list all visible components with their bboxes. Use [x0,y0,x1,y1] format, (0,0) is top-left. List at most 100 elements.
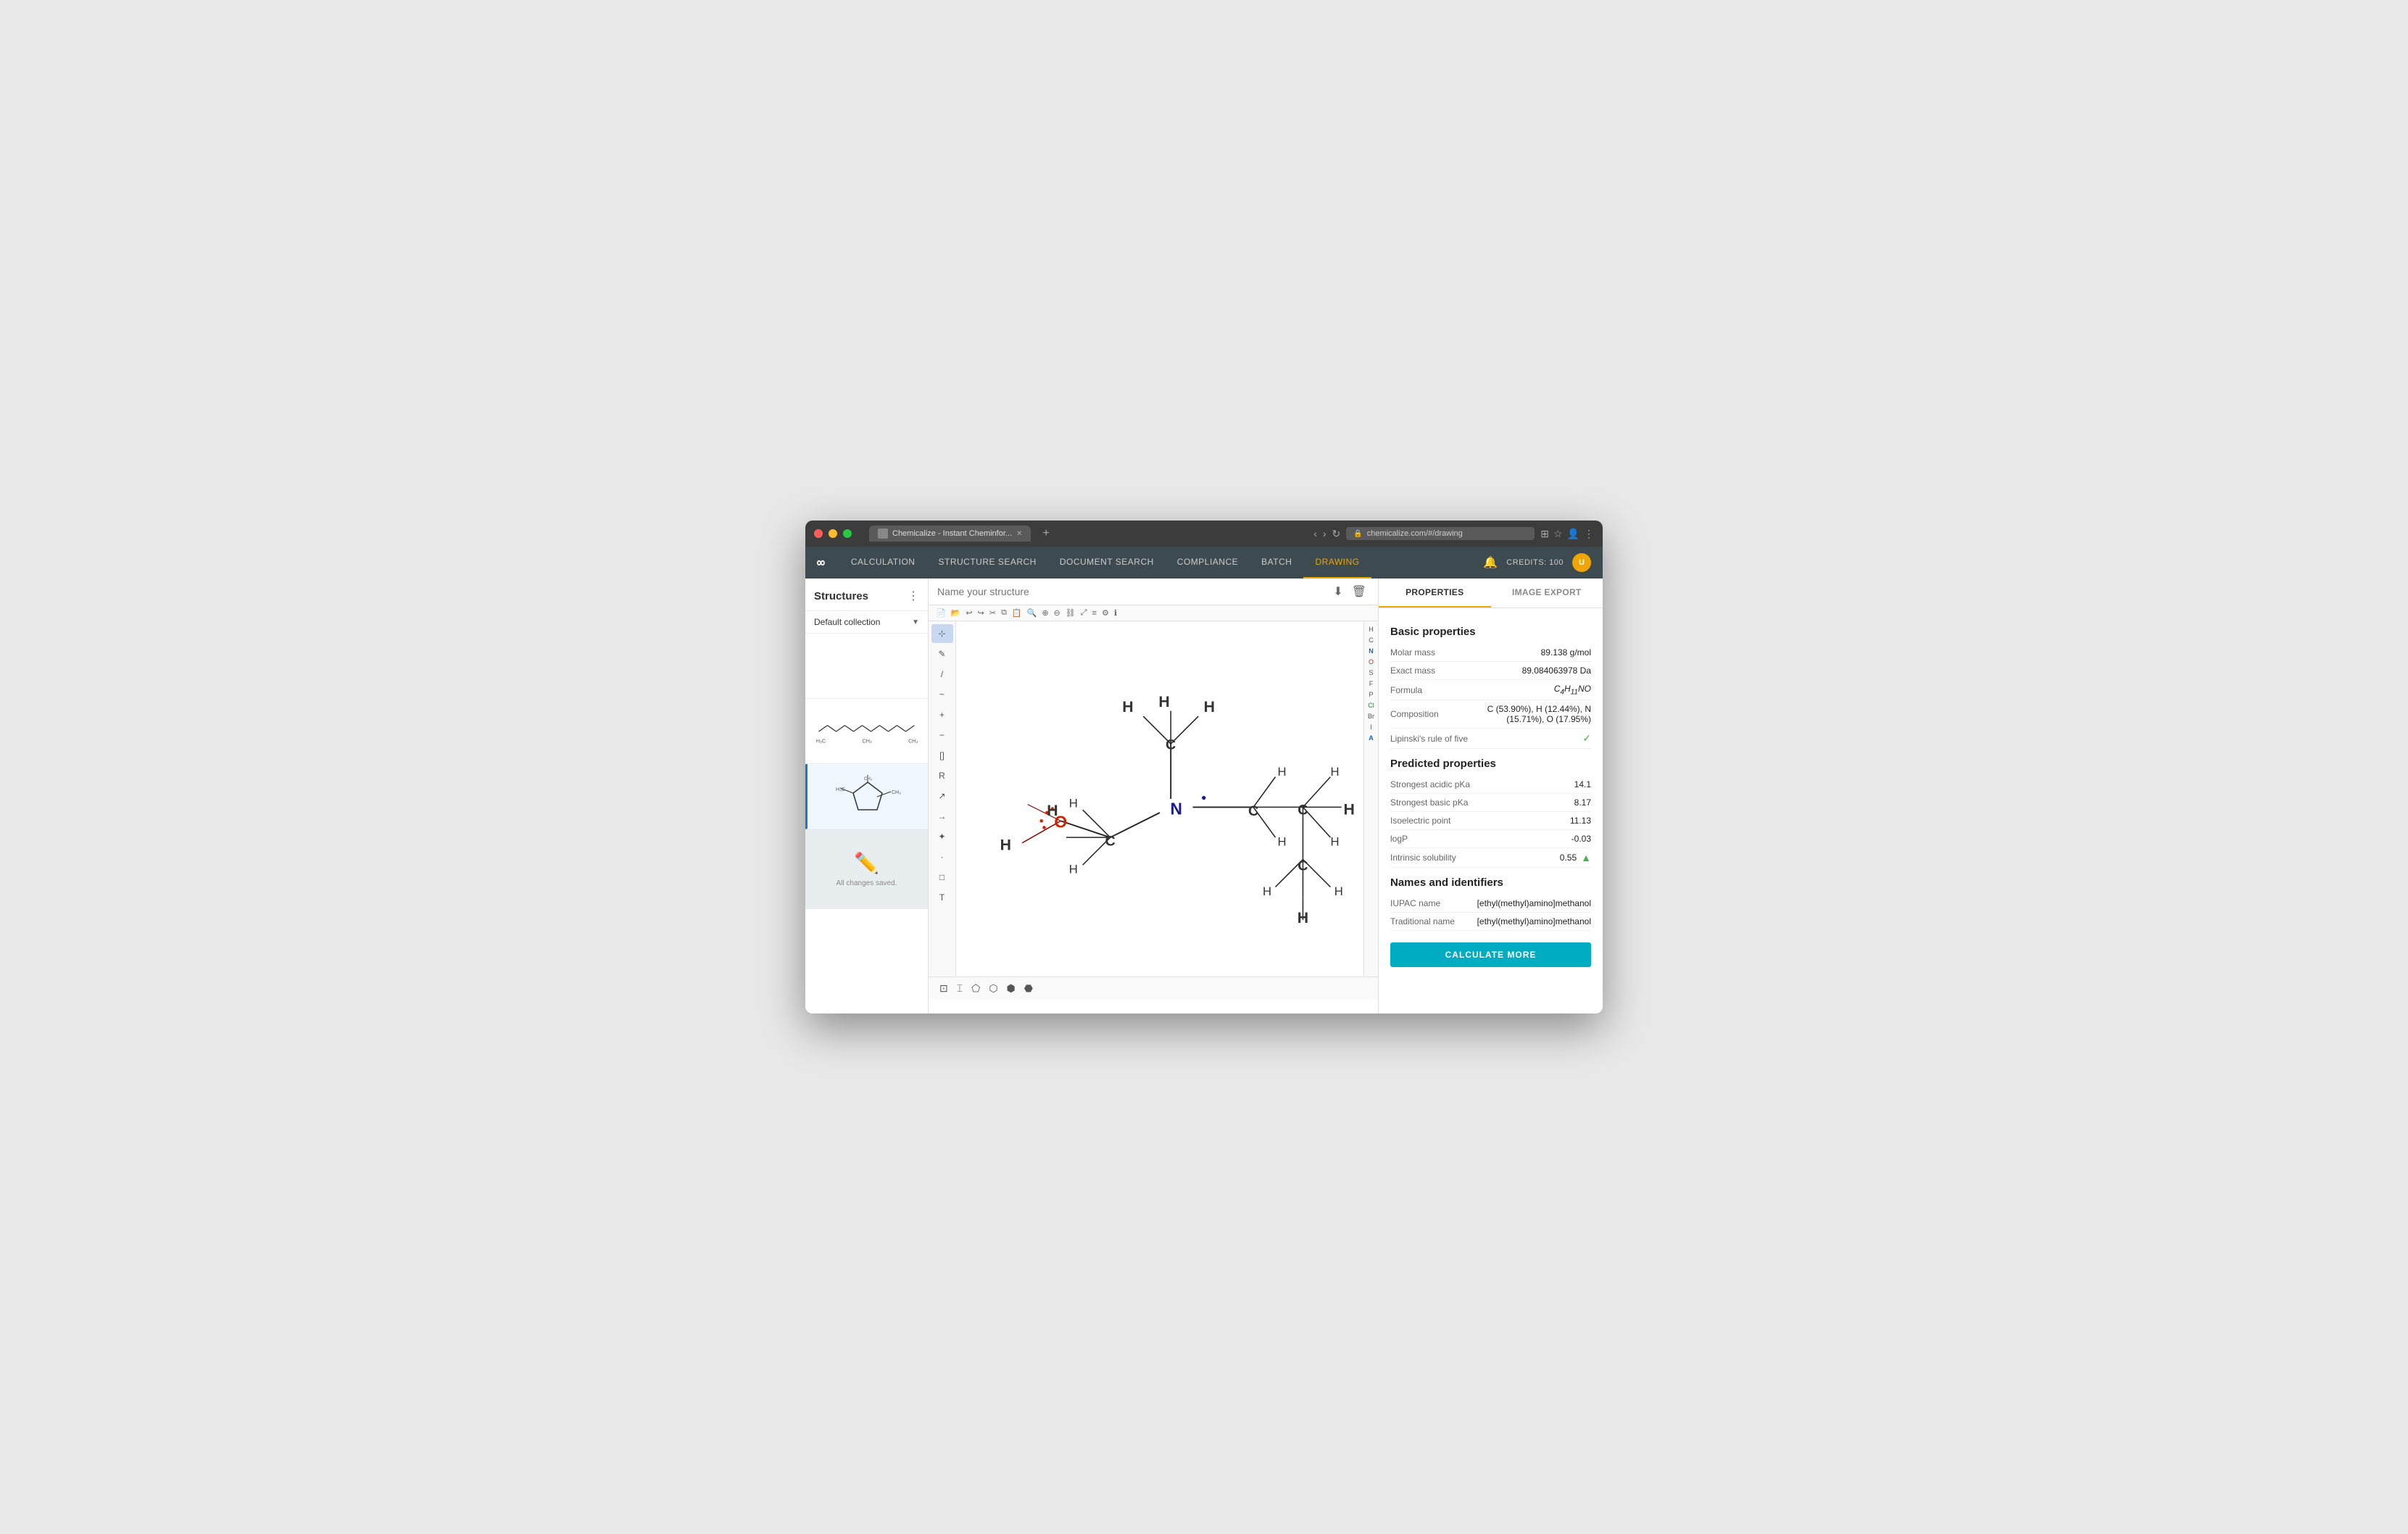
avatar[interactable]: U [1572,553,1591,572]
molecule-canvas[interactable]: H H H C H H O [956,621,1363,977]
svg-text:H: H [1330,765,1339,779]
tab-properties[interactable]: PROPERTIES [1379,579,1491,608]
bracket-tool[interactable]: [] [931,746,953,765]
calculate-more-button[interactable]: CALCULATE MORE [1390,942,1591,967]
svg-text:H: H [1069,796,1078,810]
browser-tab[interactable]: Chemicalize - Instant Cheminfor... ✕ [869,526,1031,542]
address-bar[interactable]: 🔒 chemicalize.com/#/drawing [1346,527,1535,540]
tab-close-icon[interactable]: ✕ [1016,530,1022,538]
prop-solubility-label: Intrinsic solubility [1390,853,1560,863]
notifications-icon[interactable]: 🔔 [1483,555,1498,570]
arrow-tool[interactable]: ↗ [931,787,953,805]
svg-text:CH₃: CH₃ [892,790,901,795]
prop-traditional-name: Traditional name [ethyl(methyl)amino]met… [1390,913,1591,931]
sidebar-menu-button[interactable]: ⋮ [908,589,919,603]
paste-btn[interactable]: 📋 [1010,608,1024,618]
element-Cl[interactable]: Cl [1365,700,1378,710]
expand-btn[interactable]: ⤢ [1079,608,1089,618]
dot-tool[interactable]: · [931,847,953,866]
open-btn[interactable]: 📂 [950,608,963,618]
template-btn-6[interactable]: ⬣ [1022,981,1035,996]
forward-button[interactable]: › [1323,528,1327,539]
align-btn[interactable]: ≡ [1091,608,1098,618]
template-btn-3[interactable]: ⬠ [969,981,982,996]
prop-molar-mass-value: 89.138 g/mol [1541,647,1591,658]
eraser-tool[interactable]: / [931,665,953,684]
redo-btn[interactable]: ↪ [976,608,986,618]
structure-preview-2: H₃C CH₃ CH₃ [811,710,922,753]
cut-btn[interactable]: ✂ [988,608,997,618]
panel-content: Basic properties Molar mass 89.138 g/mol… [1379,608,1603,987]
zoom-out-btn[interactable]: ⊖ [1053,608,1062,618]
element-C[interactable]: C [1365,635,1378,645]
add-atom-tool[interactable]: + [931,705,953,724]
new-structure-item[interactable]: ✏️ All changes saved. [805,829,928,909]
element-N[interactable]: N [1365,646,1378,656]
nav-compliance[interactable]: COMPLIANCE [1166,547,1250,579]
template-btn-1[interactable]: ⊡ [937,981,950,996]
r-group-tool[interactable]: R [931,766,953,785]
chain-btn[interactable]: ⛓ [1064,608,1077,618]
sidebar-header: Structures ⋮ [805,579,928,611]
template-btn-2[interactable]: ⌶ [955,981,965,996]
element-S[interactable]: S [1365,668,1378,678]
bookmark-icon[interactable]: ☆ [1553,528,1563,540]
menu-icon[interactable]: ⋮ [1584,528,1594,540]
svg-text:C: C [1298,858,1308,874]
nav-structure-search[interactable]: STRUCTURE SEARCH [926,547,1047,579]
reaction-tool[interactable]: → [931,807,953,826]
element-F[interactable]: F [1365,679,1378,689]
back-button[interactable]: ‹ [1313,528,1317,539]
profile-icon[interactable]: 👤 [1567,528,1579,540]
download-button[interactable]: ⬇ [1330,583,1345,600]
nav-calculation[interactable]: CALCULATION [839,547,927,579]
solubility-trend-icon: ▲ [1581,852,1591,863]
element-P[interactable]: P [1365,689,1378,700]
collection-selector[interactable]: Default collection ▼ [805,611,928,634]
undo-btn[interactable]: ↩ [964,608,973,618]
rect-tool[interactable]: □ [931,868,953,887]
tab-image-export[interactable]: IMAGE EXPORT [1491,579,1603,608]
zoom-in-btn[interactable]: ⊕ [1040,608,1050,618]
remove-atom-tool[interactable]: − [931,726,953,745]
prop-acidic-pka-value: 14.1 [1574,779,1591,789]
extensions-icon[interactable]: ⊞ [1540,528,1549,540]
structure-item-2[interactable]: H₃C CH₃ CH₃ [805,699,928,764]
select-tool[interactable]: ⊹ [931,624,953,643]
settings-btn[interactable]: ⚙ [1100,608,1110,618]
structure-name-input[interactable] [937,586,1327,597]
panel-tabs: PROPERTIES IMAGE EXPORT [1379,579,1603,608]
info-btn[interactable]: ℹ [1113,608,1118,618]
nav-drawing[interactable]: DRAWING [1303,547,1371,579]
element-H[interactable]: H [1365,624,1378,634]
delete-button[interactable]: 🗑 [1349,583,1369,600]
template-btn-5[interactable]: ⬢ [1005,981,1018,996]
new-tab-button[interactable]: + [1042,527,1049,540]
template-btn-4[interactable]: ⬡ [987,981,1000,996]
text-tool[interactable]: T [931,888,953,907]
zoom-btn[interactable]: 🔍 [1026,608,1039,618]
nav-batch[interactable]: BATCH [1250,547,1303,579]
prop-lipinski-value: ✓ [1582,732,1591,745]
new-file-btn[interactable]: 📄 [934,608,947,618]
element-I[interactable]: I [1365,722,1378,732]
collection-name: Default collection [814,617,880,627]
copy-btn[interactable]: ⧉ [1000,608,1008,618]
prop-acidic-pka-label: Strongest acidic pKa [1390,779,1574,789]
element-Br[interactable]: Br [1365,711,1378,721]
chain-tool[interactable]: ~ [931,685,953,704]
mapping-tool[interactable]: ✦ [931,827,953,846]
element-A[interactable]: A [1365,733,1378,743]
prop-composition: Composition C (53.90%), H (12.44%), N (1… [1390,700,1591,729]
nav-document-search[interactable]: DOCUMENT SEARCH [1048,547,1166,579]
logo[interactable]: ∞ [817,555,825,571]
lasso-tool[interactable]: ✎ [931,644,953,663]
minimize-button[interactable] [829,529,837,538]
structure-item-3[interactable]: H₃C CH₃ CH₃ [805,764,928,829]
prop-isoelectric: Isoelectric point 11.13 [1390,812,1591,830]
structure-item-1[interactable] [805,634,928,699]
reload-button[interactable]: ↻ [1332,528,1341,540]
element-O[interactable]: O [1365,657,1378,667]
close-button[interactable] [814,529,823,538]
maximize-button[interactable] [843,529,852,538]
